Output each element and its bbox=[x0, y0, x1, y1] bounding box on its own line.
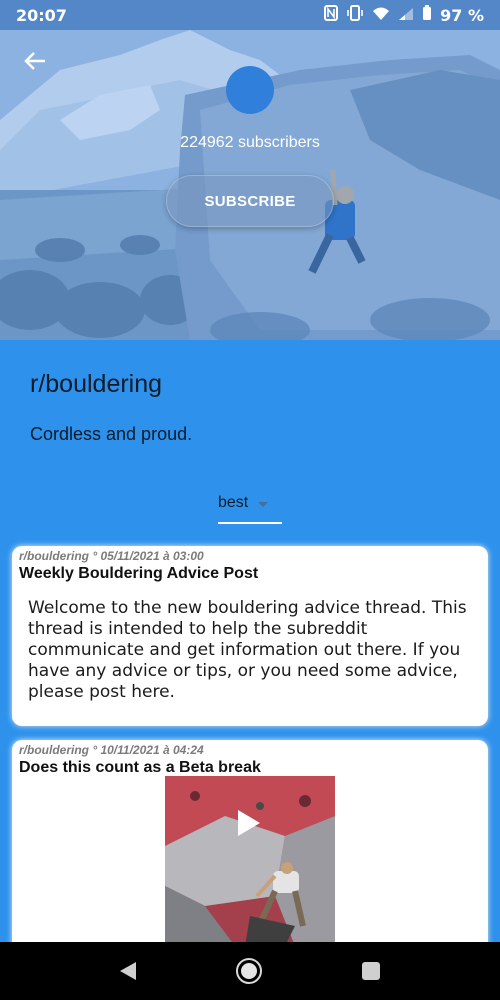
system-nav-bar bbox=[0, 942, 500, 1000]
post-card[interactable]: r/bouldering ° 10/11/2021 à 04:24 Does t… bbox=[12, 740, 488, 950]
battery-percent: 97 % bbox=[440, 5, 484, 25]
nfc-icon bbox=[324, 5, 339, 25]
post-meta: r/bouldering ° 05/11/2021 à 03:00 bbox=[19, 549, 204, 563]
subscriber-count: 224962 subscribers bbox=[180, 134, 320, 151]
sort-dropdown[interactable]: best bbox=[218, 494, 282, 524]
banner-tint bbox=[0, 0, 500, 340]
battery-icon bbox=[422, 5, 432, 25]
sort-selected-value: best bbox=[218, 494, 249, 511]
subreddit-avatar bbox=[226, 66, 274, 114]
post-meta: r/bouldering ° 10/11/2021 à 04:24 bbox=[19, 743, 204, 757]
subreddit-banner bbox=[0, 0, 500, 340]
back-button[interactable] bbox=[18, 44, 52, 78]
post-body-text: Welcome to the new bouldering advice thr… bbox=[28, 598, 467, 702]
status-bar: 20:07 97 % bbox=[0, 0, 500, 30]
status-icons: 97 % bbox=[324, 5, 484, 25]
wifi-icon bbox=[372, 6, 390, 25]
vibrate-icon bbox=[346, 5, 364, 25]
signal-icon bbox=[398, 6, 414, 25]
nav-back-icon[interactable] bbox=[120, 962, 136, 980]
nav-recents-icon[interactable] bbox=[362, 962, 380, 980]
post-title[interactable]: Weekly Bouldering Advice Post bbox=[19, 565, 258, 583]
post-title[interactable]: Does this count as a Beta break bbox=[19, 759, 261, 777]
climbing-gym-image bbox=[165, 776, 335, 946]
post-video-thumbnail[interactable] bbox=[165, 776, 335, 946]
arrow-left-icon bbox=[24, 52, 45, 70]
caret-down-icon bbox=[258, 502, 269, 507]
subscribe-button[interactable]: SUBSCRIBE bbox=[166, 175, 334, 227]
post-body: Welcome to the new bouldering advice thr… bbox=[28, 598, 476, 703]
subreddit-description: Cordless and proud. bbox=[30, 424, 193, 444]
status-time: 20:07 bbox=[16, 5, 67, 25]
nav-home-icon[interactable] bbox=[236, 958, 262, 984]
play-icon[interactable] bbox=[238, 810, 260, 836]
subreddit-name: r/bouldering bbox=[30, 370, 163, 398]
post-card[interactable]: r/bouldering ° 05/11/2021 à 03:00 Weekly… bbox=[12, 546, 488, 726]
